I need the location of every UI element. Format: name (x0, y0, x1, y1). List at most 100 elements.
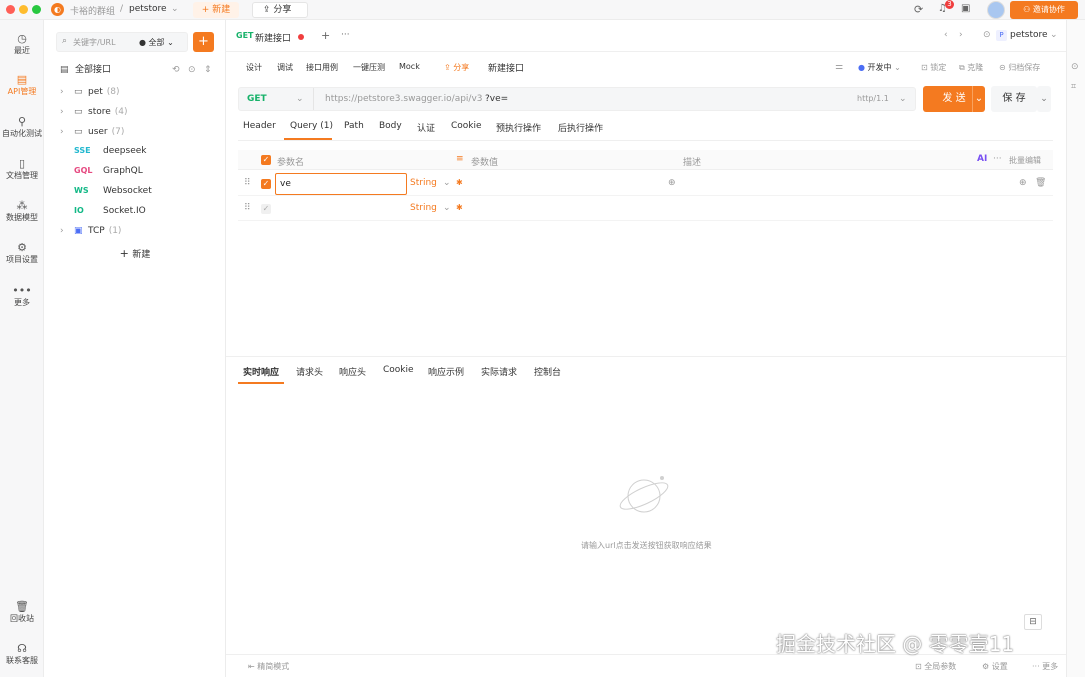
add-tab-icon[interactable]: + (321, 29, 330, 42)
locate-icon[interactable]: ⊙ (188, 61, 196, 79)
copy-icon[interactable]: ⊕ (1019, 178, 1027, 188)
bulk-edit-button[interactable]: 批量编辑 (1009, 155, 1041, 166)
more-tabs-icon[interactable]: ··· (341, 30, 350, 40)
chevron-down-icon[interactable]: ⌄ (1037, 86, 1051, 112)
select-all-checkbox[interactable]: ✓ (261, 155, 271, 165)
drag-handle-icon[interactable]: ⠿ (244, 203, 251, 213)
tree-search[interactable]: ⌕ 关键字/URL ● 全部 ⌄ (56, 32, 188, 52)
ai-button[interactable]: AI (977, 154, 987, 164)
tab-load-test[interactable]: 一键压测 (353, 62, 385, 73)
status-select[interactable]: ● 开发中 ⌄ (858, 62, 901, 73)
row-checkbox[interactable]: ✓ (261, 179, 271, 189)
rail-item-api[interactable]: ▤ API管理 (0, 73, 44, 97)
tab-debug[interactable]: 调试 (277, 62, 293, 73)
tree-item-socketio[interactable]: IO Socket.IO (44, 202, 226, 220)
tab-pre-script[interactable]: 预执行操作 (496, 121, 541, 134)
add-button[interactable]: + (193, 32, 214, 52)
tab-console[interactable]: 控制台 (534, 365, 561, 378)
rail-item-settings[interactable]: ⚙ 项目设置 (0, 241, 44, 265)
rail-item-more[interactable]: ••• 更多 (0, 284, 44, 308)
nav-back-icon[interactable]: ‹ (944, 30, 948, 40)
row-checkbox[interactable]: ✓ (261, 204, 271, 214)
invite-button[interactable]: ⚇ 邀请协作 (1010, 1, 1078, 19)
active-request-tab[interactable]: 新建接口 (255, 31, 291, 44)
rail-item-support[interactable]: ☊ 联系客服 (0, 642, 44, 666)
tree-new-button[interactable]: + 新建 (44, 245, 226, 263)
tab-post-script[interactable]: 后执行操作 (558, 121, 603, 134)
chevron-down-icon[interactable]: ⌄ (296, 94, 304, 104)
tab-query[interactable]: Query (1) (290, 121, 333, 131)
chevron-down-icon[interactable]: ⌄ (1050, 30, 1058, 40)
param-name-input[interactable]: ve (275, 173, 407, 195)
settings-button[interactable]: ⚙ 设置 (982, 661, 1008, 672)
minimize-window-button[interactable] (19, 5, 28, 14)
layout-toggle-icon[interactable]: ⊟ (1024, 614, 1042, 630)
tab-path[interactable]: Path (344, 121, 364, 131)
filter-select[interactable]: ● 全部 ⌄ (139, 37, 174, 48)
tree-item-websocket[interactable]: WS Websocket (44, 182, 226, 200)
clone-button[interactable]: ⧉ 克隆 (959, 62, 983, 73)
compact-mode-button[interactable]: ⇤ 精简模式 (248, 661, 289, 672)
team-name[interactable]: 卡裕的群组 (70, 4, 115, 17)
sync-icon[interactable]: ⟳ (914, 3, 923, 16)
tab-request-headers[interactable]: 请求头 (296, 365, 323, 378)
tab-cases[interactable]: 接口用例 (306, 62, 338, 73)
required-icon[interactable]: ✱ (456, 203, 463, 212)
tab-response-example[interactable]: 响应示例 (428, 365, 464, 378)
chevron-down-icon[interactable]: ⌄ (171, 4, 179, 14)
tree-folder-user[interactable]: › ▭ user (7) (44, 123, 226, 141)
tab-auth[interactable]: 认证 (417, 121, 435, 134)
share-button[interactable]: ⇪ 分享 (444, 62, 469, 73)
tab-header[interactable]: Header (243, 121, 276, 131)
url-input[interactable]: ?ve= (485, 94, 508, 104)
send-button[interactable]: 发 送 ⌄ (923, 86, 985, 112)
project-name[interactable]: petstore (129, 4, 167, 14)
tree-item-graphql[interactable]: GQL GraphQL (44, 162, 226, 180)
rail-item-autotest[interactable]: ⚲ 自动化测试 (0, 115, 44, 139)
tab-response-cookie[interactable]: Cookie (383, 365, 414, 375)
tree-folder-store[interactable]: › ▭ store (4) (44, 103, 226, 121)
rail-item-schema[interactable]: ⁂ 数据模型 (0, 199, 44, 223)
request-title[interactable]: 新建接口 (488, 61, 524, 74)
param-type-select[interactable]: String (410, 203, 437, 213)
tab-live-response[interactable]: 实时响应 (243, 365, 279, 378)
collapse-icon[interactable]: ⇕ (204, 61, 212, 79)
tree-folder-pet[interactable]: › ▭ pet (8) (44, 83, 226, 101)
nav-forward-icon[interactable]: › (959, 30, 963, 40)
base-url[interactable]: https://petstore3.swagger.io/api/v3 (325, 94, 483, 104)
rail-item-trash[interactable]: 🗑 回收站 (0, 600, 44, 624)
close-window-button[interactable] (6, 5, 15, 14)
method-select[interactable]: GET (247, 94, 267, 104)
global-params-button[interactable]: ⊡ 全局参数 (915, 661, 956, 672)
chevron-down-icon[interactable]: ⌄ (972, 86, 985, 112)
link-icon[interactable]: ⊕ (668, 178, 676, 188)
window-icon[interactable]: ▣ (961, 3, 970, 14)
drag-handle-icon[interactable]: ⠿ (244, 178, 251, 188)
tab-body[interactable]: Body (379, 121, 402, 131)
more-dots-icon[interactable]: ··· (993, 154, 1002, 164)
new-tab-button[interactable]: + 新建 (193, 2, 239, 18)
search-input[interactable]: 关键字/URL (73, 37, 116, 48)
footer-more-button[interactable]: ··· 更多 (1032, 661, 1058, 672)
tab-response-headers[interactable]: 响应头 (339, 365, 366, 378)
info-icon[interactable]: ⊙ (1071, 62, 1079, 72)
tab-actual-request[interactable]: 实际请求 (481, 365, 517, 378)
layout-icon[interactable]: ⚌ (835, 62, 843, 72)
refresh-icon[interactable]: ⟲ (172, 61, 180, 79)
lock-button[interactable]: ⊡ 锁定 (921, 62, 946, 73)
param-type-select[interactable]: String (410, 178, 437, 188)
rail-item-recent[interactable]: ◷ 最近 (0, 32, 44, 56)
tab-cookie[interactable]: Cookie (451, 121, 482, 131)
environment-select[interactable]: petstore (1010, 30, 1048, 40)
user-avatar[interactable] (987, 1, 1005, 19)
delete-icon[interactable]: 🗑 (1035, 178, 1046, 188)
share-title-button[interactable]: ⇪ 分享 (252, 2, 308, 18)
tab-mock[interactable]: Mock (399, 62, 420, 71)
rail-item-docs[interactable]: ▯ 文档管理 (0, 157, 44, 181)
tree-root[interactable]: ▤ 全部接口 ⟲ ⊙ ⇕ (44, 61, 226, 79)
panel-splitter[interactable] (226, 356, 1066, 357)
tab-design[interactable]: 设计 (246, 62, 262, 73)
required-icon[interactable]: ✱ (456, 178, 463, 187)
code-icon[interactable]: ⌗ (1071, 82, 1076, 92)
chevron-down-icon[interactable]: ⌄ (443, 178, 451, 188)
